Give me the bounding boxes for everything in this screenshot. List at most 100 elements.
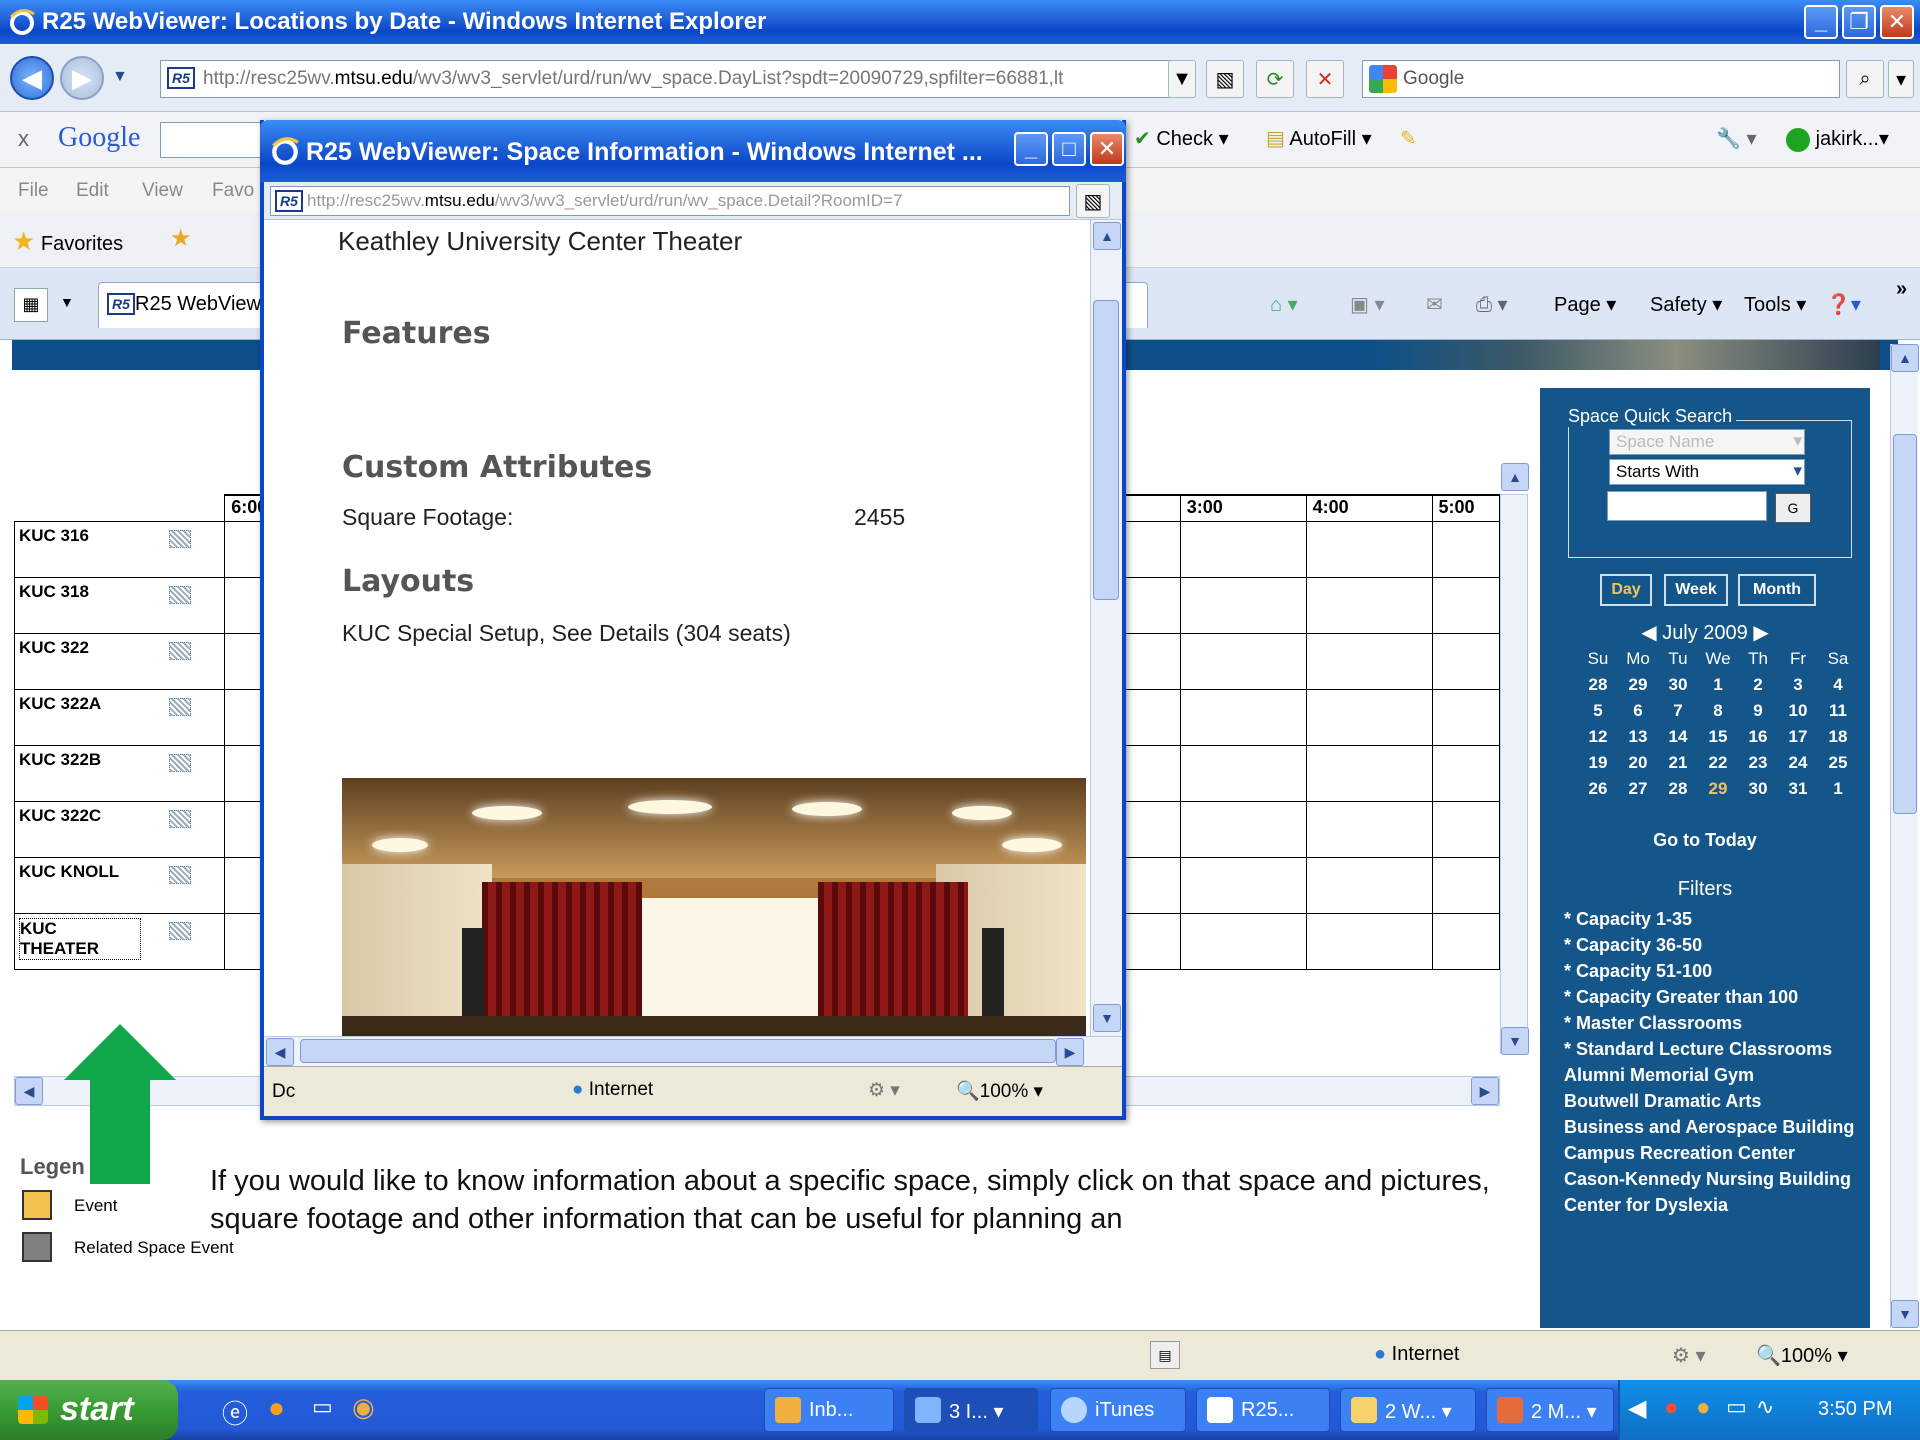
- filter-link[interactable]: Boutwell Dramatic Arts: [1564, 1088, 1864, 1114]
- stop-icon[interactable]: ✕: [1306, 60, 1344, 98]
- calendar-day[interactable]: 21: [1658, 750, 1698, 776]
- url-dropdown-button[interactable]: ▼: [1168, 60, 1196, 98]
- room-cell[interactable]: KUC 322A: [13, 688, 226, 746]
- day-view-button[interactable]: Day: [1600, 574, 1652, 606]
- close-button[interactable]: ✕: [1880, 5, 1914, 39]
- page-vertical-scrollbar[interactable]: ▲ ▼: [1890, 344, 1919, 1328]
- search-go-icon[interactable]: ⌕: [1846, 60, 1884, 98]
- mail-icon[interactable]: ✉: [1426, 292, 1443, 317]
- calendar-day[interactable]: 24: [1778, 750, 1818, 776]
- tray-expand-icon[interactable]: ◀: [1628, 1394, 1646, 1423]
- history-dropdown-icon[interactable]: ▼: [112, 68, 128, 86]
- calendar-day[interactable]: 7: [1658, 698, 1698, 724]
- calendar-day[interactable]: 12: [1578, 724, 1618, 750]
- space-name-select[interactable]: Space Name ▾: [1609, 429, 1805, 455]
- calendar-day-today[interactable]: 29: [1698, 776, 1738, 802]
- calendar-day[interactable]: 23: [1738, 750, 1778, 776]
- calendar-day[interactable]: 11: [1818, 698, 1858, 724]
- calendar-day[interactable]: 15: [1698, 724, 1738, 750]
- safety-menu[interactable]: Safety ▾: [1650, 292, 1722, 317]
- quick-tabs-icon[interactable]: ▦: [14, 288, 48, 322]
- calendar-day[interactable]: 30: [1738, 776, 1778, 802]
- filter-link[interactable]: * Capacity 51-100: [1564, 958, 1864, 984]
- calendar-day[interactable]: 22: [1698, 750, 1738, 776]
- google-search-input[interactable]: [160, 122, 270, 158]
- tray-app-icon[interactable]: ●: [1664, 1394, 1679, 1422]
- popup-horizontal-scrollbar[interactable]: ◀ ▶: [264, 1036, 1122, 1066]
- popup-url-field[interactable]: R5 http://resc25wv.mtsu.edu/wv3/wv3_serv…: [270, 186, 1070, 216]
- highlight-icon[interactable]: ✎: [1400, 126, 1417, 151]
- filter-link[interactable]: Alumni Memorial Gym: [1564, 1062, 1864, 1088]
- account-button[interactable]: jakirk...▾: [1786, 126, 1889, 152]
- calendar-day[interactable]: 27: [1618, 776, 1658, 802]
- spell-check-button[interactable]: ✔ Check ▾: [1134, 126, 1229, 151]
- tray-mail-icon[interactable]: ●: [1696, 1394, 1711, 1422]
- popup-zoom-button[interactable]: 🔍100% ▾: [956, 1079, 1043, 1103]
- firefox-quicklaunch-icon[interactable]: ●: [268, 1392, 285, 1424]
- scroll-right-icon[interactable]: ▶: [1471, 1077, 1499, 1105]
- month-view-button[interactable]: Month: [1738, 574, 1816, 606]
- calendar-day[interactable]: 13: [1618, 724, 1658, 750]
- taskbar-item-itunes[interactable]: iTunes: [1050, 1388, 1186, 1432]
- scroll-right-icon[interactable]: ▶: [1056, 1038, 1084, 1066]
- taskbar-item-r25[interactable]: R25...: [1196, 1388, 1330, 1432]
- calendar-day[interactable]: 30: [1658, 672, 1698, 698]
- tray-network-icon[interactable]: ▭: [1726, 1394, 1747, 1420]
- calendar-day[interactable]: 28: [1578, 672, 1618, 698]
- filter-link[interactable]: * Master Classrooms: [1564, 1010, 1864, 1036]
- room-cell[interactable]: KUC 322: [13, 632, 226, 690]
- scroll-down-icon[interactable]: ▼: [1891, 1300, 1919, 1328]
- quick-search-input[interactable]: [1607, 491, 1767, 521]
- autofill-button[interactable]: ▤ AutoFill ▾: [1266, 126, 1372, 151]
- scroll-left-icon[interactable]: ◀: [15, 1077, 43, 1105]
- week-view-button[interactable]: Week: [1664, 574, 1728, 606]
- menu-view[interactable]: View: [142, 180, 183, 202]
- calendar-day[interactable]: 4: [1818, 672, 1858, 698]
- wrench-icon[interactable]: 🔧 ▾: [1716, 126, 1757, 151]
- starts-with-select[interactable]: Starts With ▾: [1609, 459, 1805, 485]
- schedule-vertical-scrollbar[interactable]: ▲ ▼: [1500, 463, 1529, 1055]
- calendar-day[interactable]: 17: [1778, 724, 1818, 750]
- scroll-thumb[interactable]: [1093, 300, 1119, 600]
- print-icon[interactable]: ⎙ ▾: [1476, 292, 1508, 317]
- filter-link[interactable]: * Capacity Greater than 100: [1564, 984, 1864, 1010]
- popup-close-button[interactable]: ✕: [1090, 132, 1124, 166]
- scroll-up-icon[interactable]: ▲: [1501, 463, 1529, 491]
- search-options-button[interactable]: ▾: [1888, 60, 1914, 98]
- forward-button[interactable]: ▶: [60, 56, 104, 100]
- calendar-day[interactable]: 8: [1698, 698, 1738, 724]
- room-info-icon[interactable]: [169, 921, 191, 940]
- calendar-day[interactable]: 28: [1658, 776, 1698, 802]
- filter-link[interactable]: * Standard Lecture Classrooms: [1564, 1036, 1864, 1062]
- restore-button[interactable]: ❐: [1842, 5, 1876, 39]
- menu-file[interactable]: File: [18, 180, 49, 202]
- room-info-icon[interactable]: [169, 529, 191, 548]
- protected-mode-icon[interactable]: ⚙ ▾: [1672, 1343, 1706, 1368]
- room-info-icon[interactable]: [169, 585, 191, 604]
- popup-maximize-button[interactable]: □: [1052, 132, 1086, 166]
- popup-minimize-button[interactable]: _: [1014, 132, 1048, 166]
- calendar-day[interactable]: 20: [1618, 750, 1658, 776]
- calendar-day[interactable]: 3: [1778, 672, 1818, 698]
- quick-search-go-button[interactable]: G: [1775, 493, 1811, 523]
- url-field[interactable]: R5 http://resc25wv.mtsu.edu/wv3/wv3_serv…: [160, 60, 1190, 98]
- room-info-icon[interactable]: [169, 809, 191, 828]
- next-month-icon[interactable]: ▶: [1753, 622, 1768, 644]
- calendar-day[interactable]: 26: [1578, 776, 1618, 802]
- popup-vertical-scrollbar[interactable]: ▲ ▼: [1090, 220, 1122, 1036]
- scroll-down-icon[interactable]: ▼: [1093, 1004, 1121, 1032]
- favorites-button[interactable]: ★ Favorites: [12, 226, 123, 257]
- go-to-today-link[interactable]: Go to Today: [1540, 830, 1870, 851]
- scroll-down-icon[interactable]: ▼: [1501, 1027, 1529, 1055]
- ie-quicklaunch-icon[interactable]: ⓔ: [222, 1394, 248, 1431]
- search-box[interactable]: Google: [1362, 60, 1840, 98]
- calendar-day[interactable]: 25: [1818, 750, 1858, 776]
- home-icon[interactable]: ⌂ ▾: [1270, 292, 1298, 317]
- calendar-day[interactable]: 14: [1658, 724, 1698, 750]
- room-cell[interactable]: KUC 322B: [13, 744, 226, 802]
- filter-link[interactable]: Campus Recreation Center: [1564, 1140, 1864, 1166]
- filter-link[interactable]: Center for Dyslexia: [1564, 1192, 1864, 1218]
- filter-link[interactable]: * Capacity 36-50: [1564, 932, 1864, 958]
- compatibility-icon[interactable]: ▧: [1206, 60, 1244, 98]
- help-icon[interactable]: ❓▾: [1826, 292, 1861, 317]
